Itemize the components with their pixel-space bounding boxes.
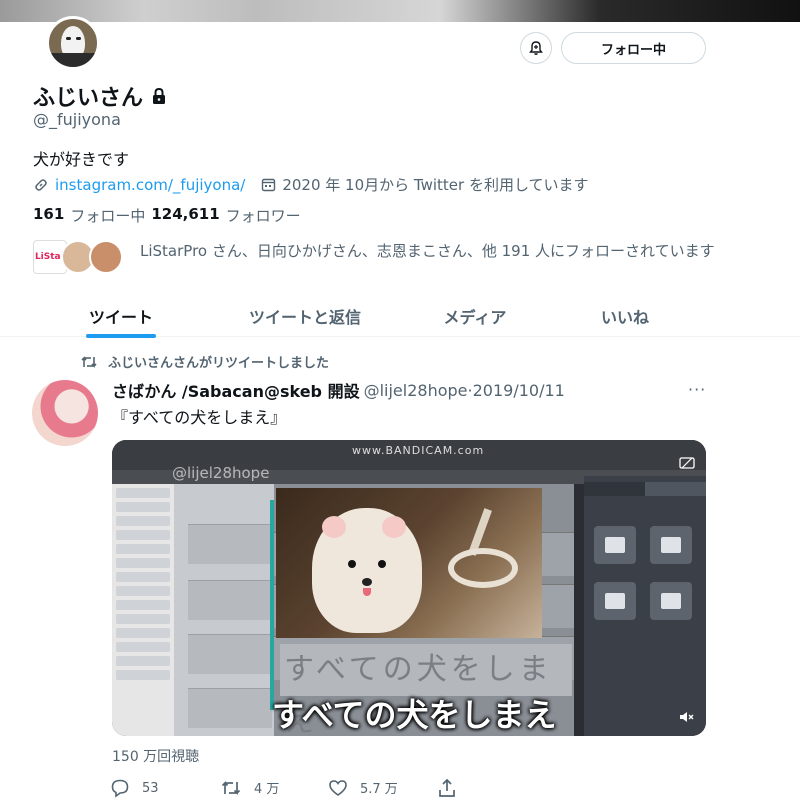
avatar-eye-right bbox=[76, 37, 81, 40]
tweet-header: さばかん /Sabacan@skeb 開設 @lijel28hope · 201… bbox=[112, 378, 565, 402]
tweet-video[interactable]: www.BANDICAM.com すべての犬をしまえ @lijel28hope … bbox=[112, 440, 706, 736]
retweet-icon bbox=[81, 355, 97, 368]
daw-inspector-panel bbox=[112, 484, 174, 736]
reply-button[interactable]: 53 bbox=[110, 778, 159, 798]
profile-avatar[interactable] bbox=[46, 16, 100, 70]
retweet-icon bbox=[221, 780, 241, 795]
link-icon bbox=[35, 178, 47, 191]
retweet-count: 4 万 bbox=[254, 782, 280, 797]
retweeted-by-label: ふじいさんさんがリツイートしました bbox=[108, 356, 330, 371]
gif-badge-icon[interactable] bbox=[676, 452, 698, 474]
daw-track-list bbox=[174, 484, 274, 736]
avatar-eye-left bbox=[66, 37, 71, 40]
video-subtitle: すべての犬をしまえ bbox=[272, 696, 557, 734]
profile-joined-date: 2020 年 10月から Twitter を利用しています bbox=[282, 176, 589, 194]
display-name: ふじいさん bbox=[33, 86, 144, 111]
active-tab-indicator bbox=[86, 334, 156, 338]
recorder-watermark: www.BANDICAM.com bbox=[352, 444, 485, 457]
retweet-button[interactable]: 4 万 bbox=[220, 778, 279, 797]
tweet-author-name[interactable]: さばかん /Sabacan@skeb 開設 bbox=[112, 378, 360, 402]
followed-by-text[interactable]: LiStarPro さん、日向ひかげさん、志恩まこさん、他 191 人にフォロー… bbox=[140, 240, 730, 262]
following-count[interactable]: 161 bbox=[33, 205, 64, 226]
profile-bio: 犬が好きです bbox=[33, 150, 130, 169]
like-icon bbox=[329, 779, 347, 796]
profile-website-link[interactable]: instagram.com/_fujiyona/ bbox=[55, 176, 245, 194]
retweet-context[interactable]: ふじいさんさんがリツイートしました bbox=[80, 352, 329, 371]
following-label[interactable]: フォロー中 bbox=[70, 205, 145, 226]
like-button[interactable]: 5.7 万 bbox=[328, 778, 398, 797]
daw-media-panel bbox=[584, 476, 706, 736]
dog-video-inset bbox=[276, 488, 542, 638]
followed-by-avatars[interactable]: LiStar bbox=[33, 240, 123, 274]
tab-tweets[interactable]: ツイート bbox=[60, 295, 182, 337]
share-icon bbox=[439, 778, 455, 797]
followers-label[interactable]: フォロワー bbox=[226, 205, 301, 226]
pixel-lyric-caption: すべての犬をしまえ bbox=[280, 644, 572, 736]
tweet-actions: 53 4 万 5.7 万 bbox=[110, 778, 710, 802]
profile-banner[interactable] bbox=[0, 0, 800, 22]
video-handle-watermark: @lijel28hope bbox=[172, 464, 270, 482]
profile-meta-row: instagram.com/_fujiyona/ 2020 年 10月から Tw… bbox=[33, 174, 589, 195]
profile-follow-counts: 161 フォロー中 124,611 フォロワー bbox=[33, 205, 301, 226]
tweet-date[interactable]: 2019/10/11 bbox=[473, 381, 565, 400]
more-icon[interactable]: ··· bbox=[688, 380, 706, 399]
mute-icon[interactable] bbox=[676, 706, 698, 728]
dog-graphic bbox=[312, 508, 422, 633]
daw-playhead bbox=[270, 500, 274, 710]
avatar-body-graphic bbox=[49, 53, 97, 67]
fan-base-graphic bbox=[448, 548, 518, 588]
tweet-text: 『すべての犬をしまえ』 bbox=[112, 408, 287, 427]
following-button[interactable]: フォロー中 bbox=[561, 32, 706, 64]
tweet-author-avatar[interactable] bbox=[32, 380, 98, 446]
like-count: 5.7 万 bbox=[360, 782, 398, 797]
tweet-author-handle[interactable]: @lijel28hope bbox=[364, 381, 468, 400]
tab-likes[interactable]: いいね bbox=[575, 295, 675, 337]
profile-tabs: ツイート ツイートと返信 メディア いいね bbox=[0, 295, 800, 338]
followers-count[interactable]: 124,611 bbox=[151, 205, 219, 226]
lock-icon bbox=[153, 87, 166, 104]
tab-tweets-and-replies[interactable]: ツイートと返信 bbox=[230, 295, 380, 337]
calendar-icon bbox=[262, 178, 276, 192]
profile-handle: @_fujiyona bbox=[33, 110, 121, 129]
reply-count: 53 bbox=[142, 780, 159, 796]
reply-icon bbox=[111, 779, 129, 798]
share-button[interactable] bbox=[438, 778, 456, 798]
tab-media[interactable]: メディア bbox=[420, 295, 530, 337]
bell-plus-icon bbox=[529, 41, 543, 55]
follower-avatar-shion bbox=[89, 240, 123, 274]
profile-name-row: ふじいさん bbox=[33, 80, 167, 112]
notifications-button[interactable] bbox=[520, 32, 552, 64]
video-view-count: 150 万回視聴 bbox=[112, 749, 200, 765]
